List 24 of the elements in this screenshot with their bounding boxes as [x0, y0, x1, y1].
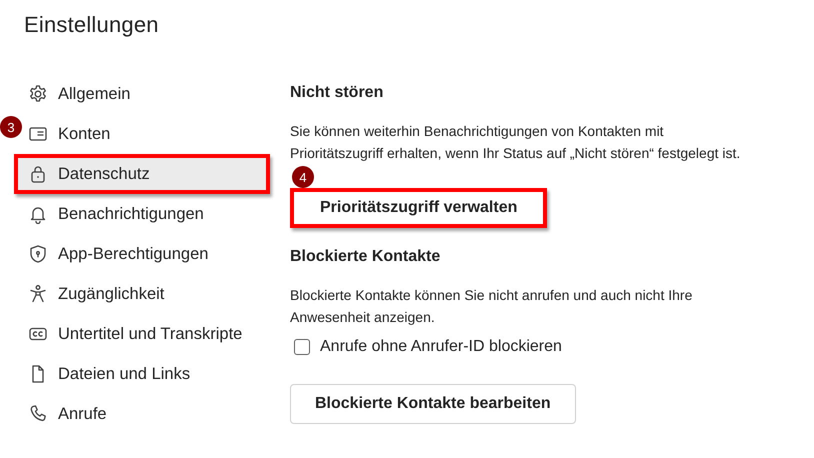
gear-icon [28, 84, 48, 104]
sidebar-item[interactable]: Anrufe [22, 394, 270, 434]
sidebar-item[interactable]: App-Berechtigungen [22, 234, 270, 274]
shield-icon [28, 244, 48, 264]
step-badge: 4 [292, 166, 314, 188]
sidebar-item[interactable]: Untertitel und Transkripte [22, 314, 270, 354]
sidebar-item[interactable]: Dateien und Links [22, 354, 270, 394]
description-text: Blockierte Kontakte können Sie nicht anrufen und auch nicht Ihre Anwesenheit anzeigen. [290, 286, 694, 327]
phone-icon [28, 404, 48, 424]
checkbox-label: Anrufe ohne Anrufer-ID blockieren [320, 338, 562, 356]
step-badge: 3 [0, 116, 22, 138]
sidebar-item[interactable]: Allgemein [22, 74, 270, 114]
person-icon [28, 284, 48, 304]
sidebar-item[interactable]: Zugänglichkeit [22, 274, 270, 314]
section-heading: Nicht stören [290, 84, 384, 102]
description-text: Sie können weiterhin Benachrichtigungen von Kontakten mit Prioritätszugriff erhalten, wenn Ihr Status auf „Nicht stören“ festgelegt ist. [290, 122, 742, 163]
action-button[interactable]: Blockierte Kontakte bearbeiten [290, 384, 576, 424]
sidebar-item[interactable]: Benachrichtigungen [22, 194, 270, 234]
settings-title: Einstellungen [24, 12, 160, 38]
action-button[interactable]: Prioritätszugriff verwalten [290, 188, 548, 228]
sidebar-item[interactable]: Konten [22, 114, 270, 154]
checkbox[interactable] [294, 339, 310, 355]
sidebar-item[interactable]: Datenschutz [14, 154, 270, 194]
section-heading: Blockierte Kontakte [290, 248, 442, 266]
